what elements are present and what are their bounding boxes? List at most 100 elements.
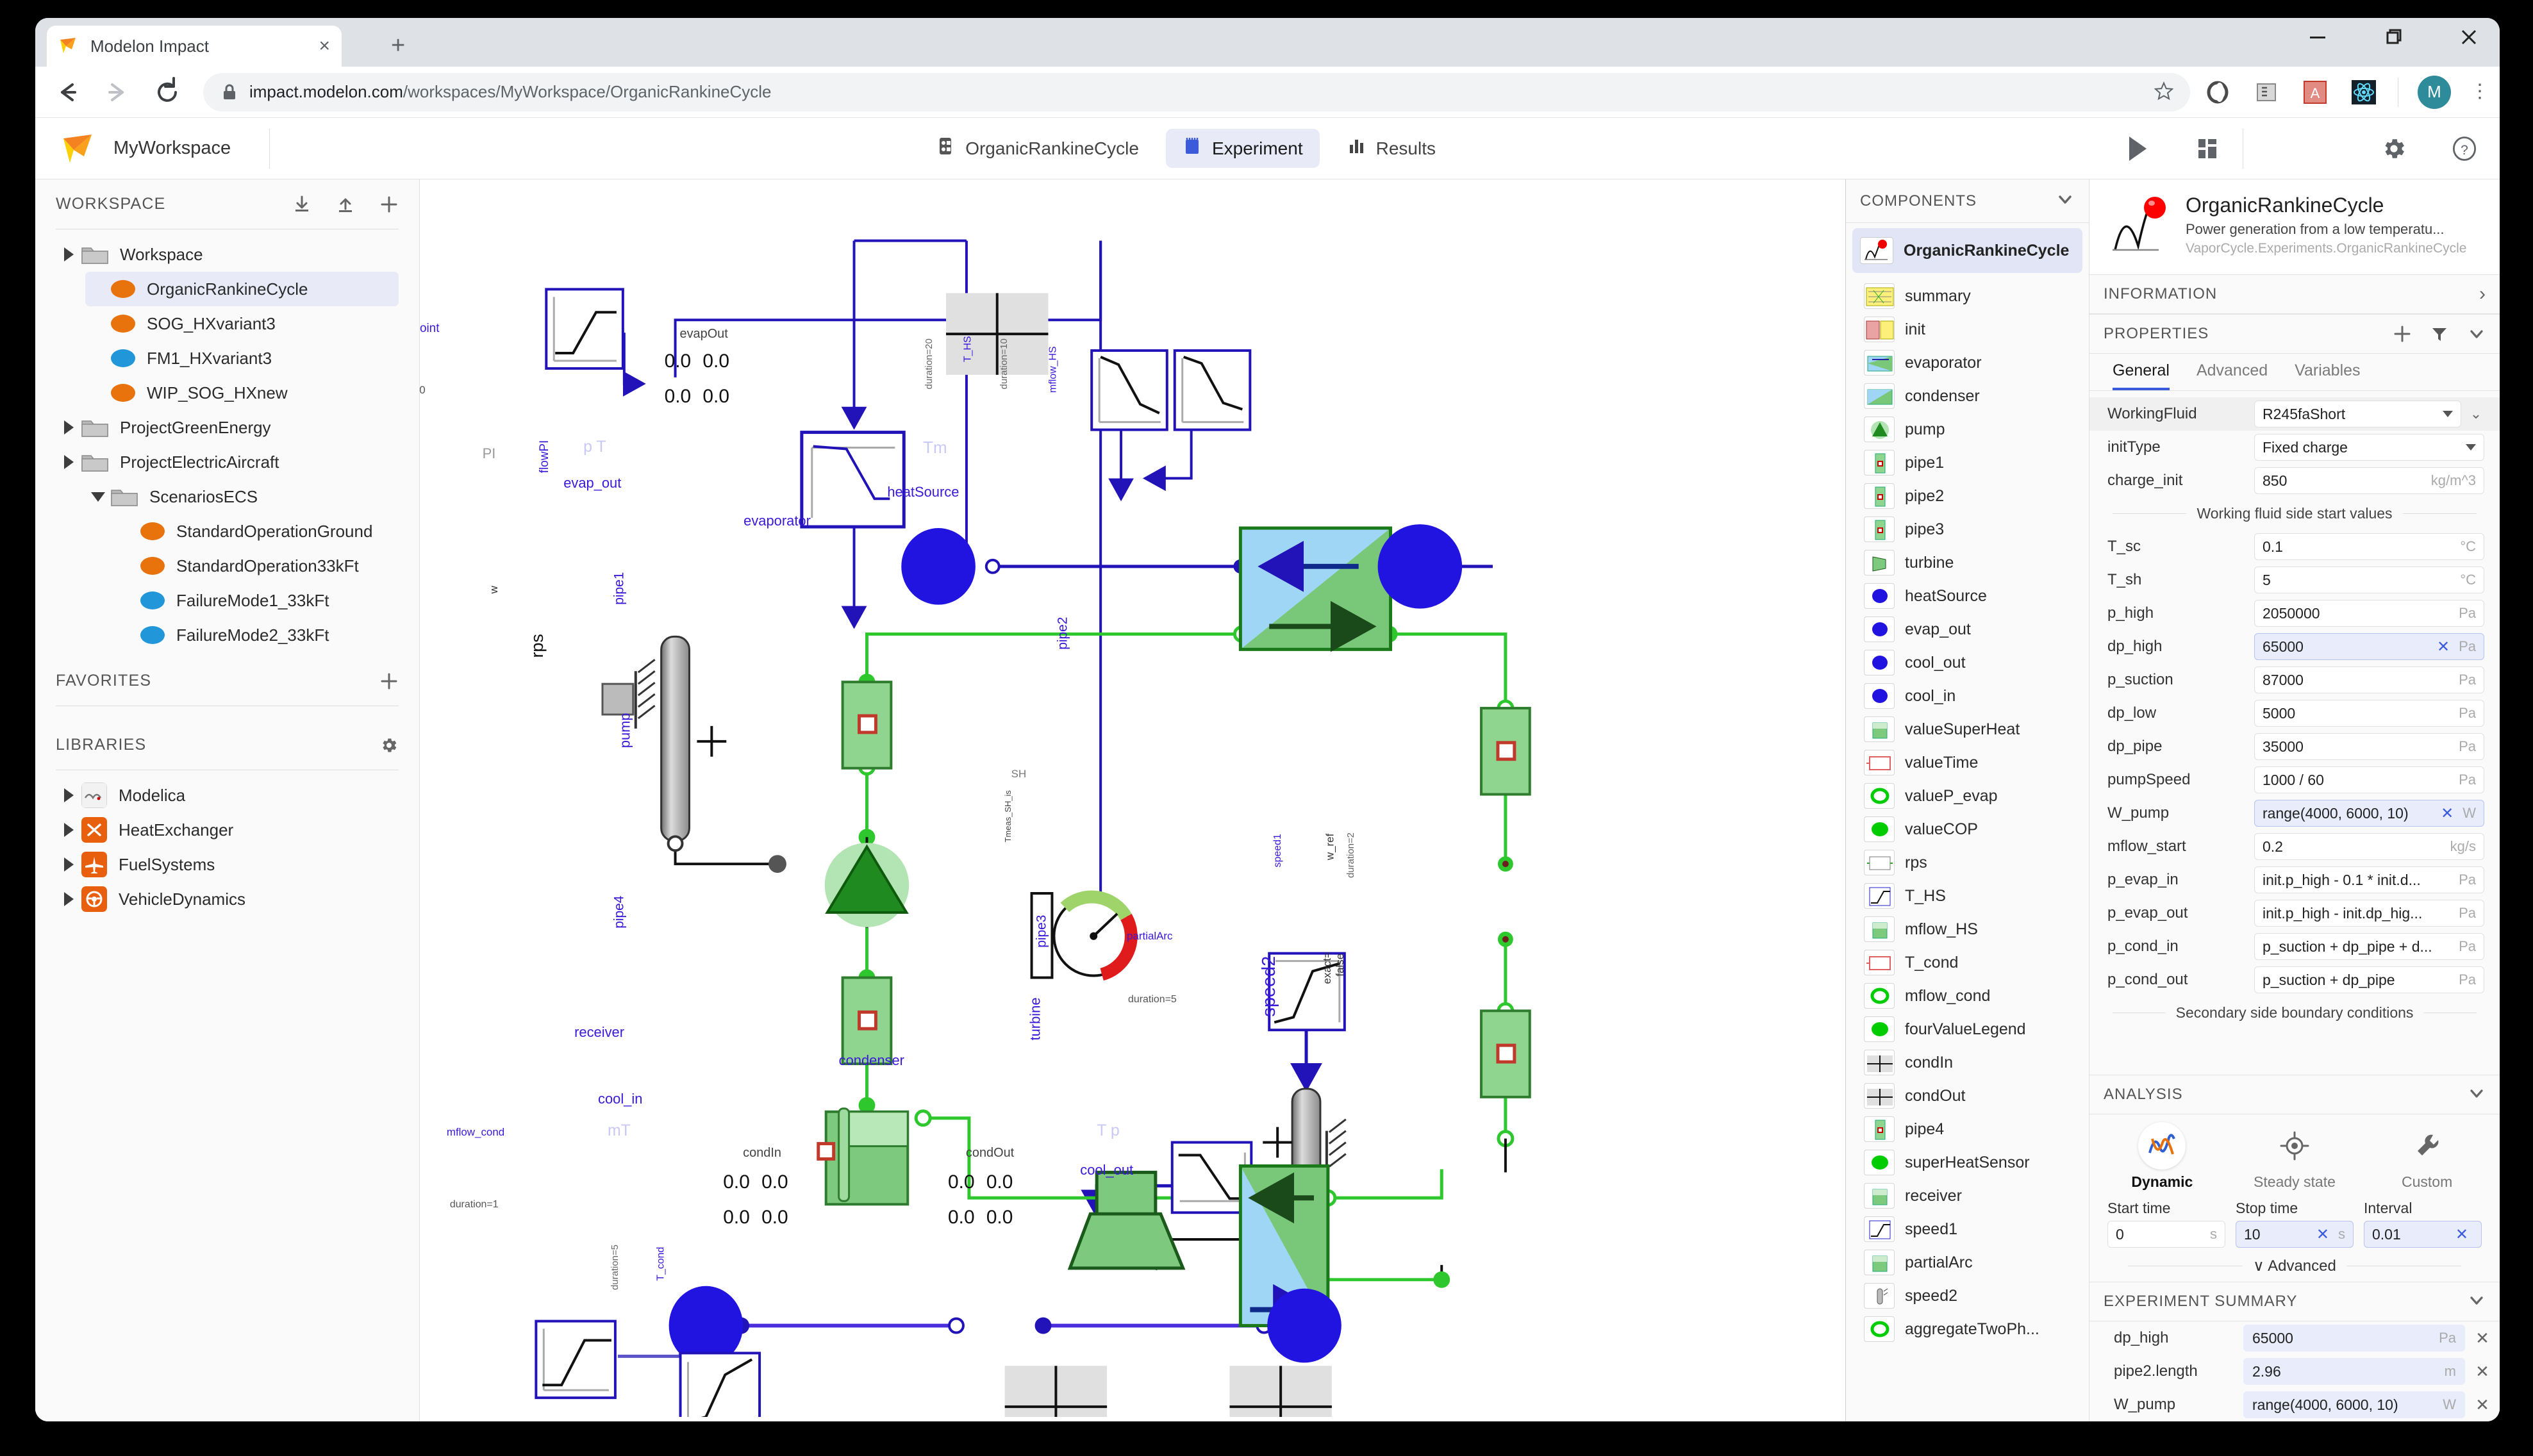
component-item-heatsource[interactable]: heatSource	[1846, 579, 2089, 613]
run-button[interactable]	[2102, 118, 2172, 179]
browser-tab[interactable]: Modelon Impact ×	[47, 26, 342, 67]
twisty[interactable]	[56, 247, 81, 261]
twisty[interactable]	[56, 892, 81, 906]
workspace-item-standardoperation33kft[interactable]: StandardOperation33kFt	[115, 549, 399, 583]
gear-icon[interactable]	[379, 736, 399, 755]
property-value-input[interactable]: 35000 Pa	[2254, 733, 2484, 760]
component-item-speed1[interactable]: speed1	[1846, 1212, 2089, 1246]
component-item-summary[interactable]: summary	[1846, 279, 2089, 313]
component-item-pump[interactable]: pump	[1846, 413, 2089, 446]
extension-pdf-icon[interactable]: A	[2300, 78, 2330, 107]
clear-icon[interactable]: ✕	[2455, 1225, 2468, 1244]
workspace-item-projectelectricaircraft[interactable]: ProjectElectricAircraft	[56, 445, 399, 479]
property-value-input[interactable]: 5000 Pa	[2254, 700, 2484, 727]
twisty[interactable]	[56, 788, 81, 802]
summary-value-field[interactable]: 2.96 m	[2243, 1358, 2465, 1385]
property-value-input[interactable]: p_suction + dp_pipe + d... Pa	[2254, 933, 2484, 960]
tab-experiment[interactable]: Experiment	[1165, 129, 1320, 168]
properties-tab-advanced[interactable]: Advanced	[2197, 361, 2268, 390]
component-item-speed2[interactable]: speed2	[1846, 1279, 2089, 1312]
component-item-pipe3[interactable]: pipe3	[1846, 513, 2089, 546]
analysis-mode-steady-state[interactable]: Steady state	[2240, 1122, 2349, 1191]
remove-icon[interactable]: ✕	[2471, 1395, 2493, 1415]
component-item-turbine[interactable]: turbine	[1846, 546, 2089, 579]
property-value-input[interactable]: 5 °C	[2254, 567, 2484, 593]
clear-icon[interactable]: ✕	[2441, 804, 2454, 823]
component-item-valuetime[interactable]: valueTime	[1846, 746, 2089, 779]
expand-icon[interactable]: ⌄	[2468, 406, 2484, 422]
twisty[interactable]	[56, 823, 81, 837]
profile-avatar[interactable]: M	[2418, 75, 2451, 109]
plus-icon[interactable]	[379, 195, 399, 214]
workspace-item-wip-sog-hxnew[interactable]: WIP_SOG_HXnew	[85, 376, 399, 410]
property-value-input[interactable]: 0.1 °C	[2254, 533, 2484, 560]
back-icon[interactable]	[49, 74, 85, 110]
bookmark-icon[interactable]	[2154, 81, 2174, 106]
advanced-toggle[interactable]: ∨ Advanced	[2253, 1257, 2336, 1275]
component-item-condin[interactable]: condIn	[1846, 1046, 2089, 1079]
component-item-init[interactable]: init	[1846, 313, 2089, 346]
chevron-down-icon[interactable]	[2468, 325, 2486, 343]
component-item-evap_out[interactable]: evap_out	[1846, 613, 2089, 646]
property-value-input[interactable]: Fixed charge	[2254, 434, 2484, 461]
workspace-item-sog-hxvariant3[interactable]: SOG_HXvariant3	[85, 306, 399, 341]
component-item-valuesuperheat[interactable]: valueSuperHeat	[1846, 713, 2089, 746]
tab-results[interactable]: Results	[1330, 129, 1452, 168]
component-item-rps[interactable]: rps	[1846, 846, 2089, 879]
maximize-icon[interactable]	[2380, 24, 2406, 50]
close-icon[interactable]: ×	[319, 37, 330, 56]
remove-icon[interactable]: ✕	[2471, 1328, 2493, 1348]
chevron-down-icon[interactable]	[2466, 444, 2476, 451]
extension-react-icon[interactable]	[2349, 78, 2379, 107]
chevron-down-icon[interactable]	[2468, 1084, 2486, 1105]
property-value-input[interactable]: 0.2 kg/s	[2254, 833, 2484, 860]
library-item-vehicledynamics[interactable]: VehicleDynamics	[56, 882, 399, 916]
component-item-superheatsensor[interactable]: superHeatSensor	[1846, 1146, 2089, 1179]
components-root-item[interactable]: OrganicRankineCycle	[1852, 228, 2082, 273]
component-item-mflow_hs[interactable]: mflow_HS	[1846, 913, 2089, 946]
clear-icon[interactable]: ✕	[2437, 638, 2450, 656]
property-value-input[interactable]: p_suction + dp_pipe Pa	[2254, 966, 2484, 993]
workspace-item-projectgreenenergy[interactable]: ProjectGreenEnergy	[56, 410, 399, 445]
component-item-t_hs[interactable]: T_HS	[1846, 879, 2089, 913]
layout-button[interactable]	[2172, 118, 2243, 179]
workspace-item-standardoperationground[interactable]: StandardOperationGround	[115, 514, 399, 549]
chevron-down-icon[interactable]	[2055, 190, 2075, 212]
twisty[interactable]	[56, 455, 81, 469]
workspace-name[interactable]: MyWorkspace	[113, 138, 231, 159]
component-item-cool_out[interactable]: cool_out	[1846, 646, 2089, 679]
remove-icon[interactable]: ✕	[2471, 1362, 2493, 1382]
component-item-valuep_evap[interactable]: valueP_evap	[1846, 779, 2089, 813]
window-close-icon[interactable]	[2456, 24, 2482, 50]
property-value-input[interactable]: 65000 ✕ Pa	[2254, 633, 2484, 660]
component-item-partialarc[interactable]: partialArc	[1846, 1246, 2089, 1279]
twisty[interactable]	[56, 857, 81, 872]
property-value-input[interactable]: 87000 Pa	[2254, 666, 2484, 693]
component-item-aggregatetwoph[interactable]: aggregateTwoPh...	[1846, 1312, 2089, 1346]
browser-menu-icon[interactable]: ⋮	[2470, 82, 2489, 101]
filter-icon[interactable]	[2430, 325, 2448, 343]
twisty[interactable]	[85, 492, 111, 502]
forward-icon[interactable]	[99, 74, 135, 110]
minimize-icon[interactable]	[2305, 24, 2330, 50]
new-tab-button[interactable]: +	[391, 33, 405, 58]
address-bar[interactable]: impact.modelon.com/workspaces/MyWorkspac…	[203, 72, 2190, 112]
component-item-fourvaluelegend[interactable]: fourValueLegend	[1846, 1013, 2089, 1046]
component-item-condenser[interactable]: condenser	[1846, 379, 2089, 413]
property-value-input[interactable]: 1000 / 60 Pa	[2254, 766, 2484, 793]
workspace-item-failuremode2-33kft[interactable]: FailureMode2_33kFt	[115, 618, 399, 652]
plus-icon[interactable]	[379, 672, 399, 691]
component-item-pipe2[interactable]: pipe2	[1846, 479, 2089, 513]
property-value-input[interactable]: 850 kg/m^3	[2254, 467, 2484, 494]
workspace-item-failuremode1-33kft[interactable]: FailureMode1_33kFt	[115, 583, 399, 618]
component-item-cool_in[interactable]: cool_in	[1846, 679, 2089, 713]
settings-button[interactable]	[2359, 118, 2429, 179]
component-item-receiver[interactable]: receiver	[1846, 1179, 2089, 1212]
download-icon[interactable]	[292, 195, 311, 214]
component-item-pipe4[interactable]: pipe4	[1846, 1113, 2089, 1146]
properties-tab-general[interactable]: General	[2113, 361, 2170, 390]
interval-input[interactable]: 0.01 ✕	[2364, 1221, 2482, 1248]
component-item-t_cond[interactable]: T_cond	[1846, 946, 2089, 979]
twisty[interactable]	[56, 420, 81, 434]
help-button[interactable]: ?	[2429, 118, 2500, 179]
